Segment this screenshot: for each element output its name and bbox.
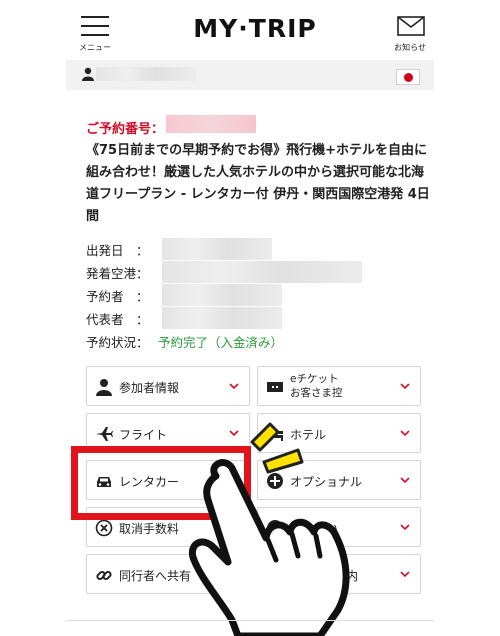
menu-button[interactable]: メニュー [78,14,112,54]
chevron-down-icon [400,383,410,390]
hamburger-icon-bar [81,34,109,36]
info-value-redacted [162,261,362,283]
button-label: 取消手数料 [119,522,180,536]
info-label: 予約状況： [86,335,149,350]
button-label: フライト [119,428,168,442]
user-strip [66,60,434,90]
notice-button[interactable]: お知らせ [390,14,430,54]
link-icon [96,570,112,581]
notice-label: お知らせ [394,43,426,52]
user-name-redacted [96,67,196,81]
info-value-redacted [162,284,282,306]
user-icon [82,67,94,81]
x-circle-icon [95,519,113,537]
menu-label: メニュー [79,43,111,52]
airplane-icon [96,427,113,441]
chevron-down-icon [400,430,410,437]
chevron-down-icon [229,383,239,390]
info-label: 出発日 ： [86,243,149,258]
plan-title: 《75日前までの早期予約でお得》飛行機+ホテルを自由に組み合わせ！厳選した人気ホ… [86,143,430,224]
info-label: 代表者 ： [86,312,149,327]
info-label: 発着空港： [86,266,149,281]
hamburger-icon-bar [81,25,109,27]
button-label: 参加者情報 [119,381,180,395]
envelope-icon [397,16,425,36]
hamburger-icon [81,16,109,18]
pointing-hand-icon [189,422,350,636]
status-value: 予約完了（入金済み） [158,335,284,350]
ticket-icon [267,382,283,392]
person-icon [96,379,112,396]
chevron-down-icon [400,524,410,531]
divider [66,620,434,621]
eticket-button[interactable]: eチケット お客さま控 [257,366,421,406]
header: メニュー MY·TRIP お知らせ [0,0,500,58]
info-label: 予約者 ： [86,289,149,304]
info-value-redacted [162,238,272,260]
logo[interactable]: MY·TRIP [178,14,332,43]
participant-info-button[interactable]: 参加者情報 [86,366,250,406]
reservation-number-label: ご予約番号： [86,122,165,137]
language-flag-icon[interactable] [396,69,420,85]
reservation-number-redacted [166,115,256,133]
sparkle-marks [250,422,304,474]
chevron-down-icon [400,477,410,484]
info-value-redacted [162,307,282,329]
button-label: eチケット お客さま控 [290,373,343,399]
chevron-down-icon [400,571,410,578]
flag-sun [404,73,413,82]
